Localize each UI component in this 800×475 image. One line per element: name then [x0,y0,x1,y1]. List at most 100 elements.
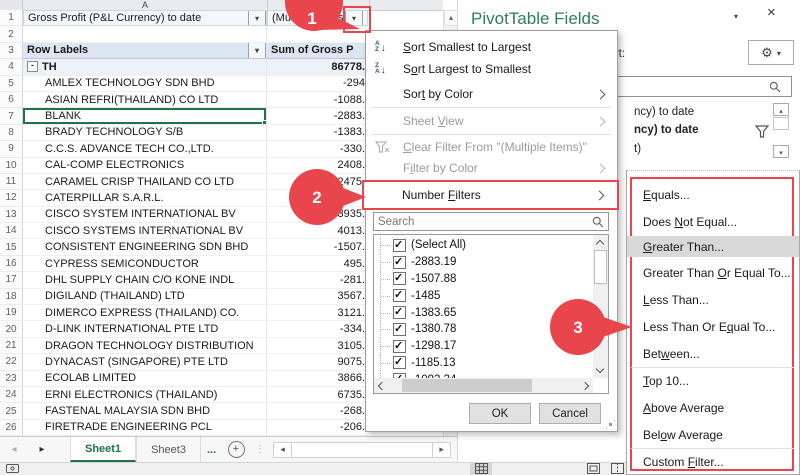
submenu-item-custom-filter[interactable]: Custom Filter... [627,452,799,471]
menu-item-sheet-view[interactable]: Sheet View [367,111,616,131]
tab-scroll-left-icon[interactable] [0,437,28,462]
new-sheet-icon[interactable] [228,441,245,458]
row-number[interactable]: 18 [0,289,23,305]
row-number[interactable]: 8 [0,125,23,141]
scroll-left-icon[interactable] [378,382,386,390]
scroll-up-icon[interactable] [596,240,604,248]
customer-name-cell[interactable]: ECOLAB LIMITED [23,371,267,387]
scroll-down-icon[interactable] [596,365,604,373]
checkbox-checked-icon[interactable] [393,306,406,319]
value-cell[interactable]: -330. [267,141,368,157]
field-list-item[interactable]: t) [634,143,641,155]
row-labels-header-cell[interactable]: Row Labels [23,43,267,59]
value-cell[interactable]: 6735. [267,387,368,403]
customer-name-cell[interactable]: DHL SUPPLY CHAIN C/O KONE INDL [23,272,267,288]
menu-item-number-filters[interactable]: Number Filters [362,180,619,210]
menu-item-sort-by-color[interactable]: Sort by Color [367,84,616,104]
cancel-button[interactable]: Cancel [539,403,601,424]
checkbox-checked-icon[interactable] [393,256,406,269]
value-cell[interactable]: 495. [267,256,368,272]
scrollbar-thumb[interactable] [594,250,607,284]
customer-name-cell[interactable]: CYPRESS SEMICONDUCTOR [23,256,267,272]
row-number[interactable]: 10 [0,158,23,174]
submenu-item-greater-than-or-equal[interactable]: Greater Than Or Equal To... [627,263,799,282]
field-filter-funnel-icon[interactable] [755,125,769,139]
pane-options-icon[interactable] [734,11,738,22]
row-number[interactable]: 25 [0,403,23,419]
list-item[interactable]: -1092.34 [374,371,593,378]
checkbox-checked-icon[interactable] [393,289,406,302]
tab-scroll-right-icon[interactable] [28,437,56,462]
menu-item-sort-ascending[interactable]: Sort Smallest to Largest [367,36,616,58]
customer-name-cell[interactable]: D-LINK INTERNATIONAL PTE LTD [23,321,267,337]
value-cell[interactable]: -268. [267,403,368,419]
customer-name-cell[interactable]: ERNI ELECTRONICS (THAILAND) [23,387,267,403]
tools-button[interactable] [748,40,794,65]
customer-name-cell[interactable]: CAL-COMP ELECTRONICS [23,158,267,174]
menu-item-sort-descending[interactable]: Sort Largest to Smallest [367,58,616,80]
submenu-item-above-average[interactable]: Above Average [627,398,799,417]
row-number[interactable]: 17 [0,272,23,288]
field-list-item[interactable]: ncy) to date [634,124,699,136]
submenu-item-equals[interactable]: Equals... [627,185,799,204]
checkbox-checked-icon[interactable] [393,323,406,336]
value-cell[interactable]: -206. [267,420,368,436]
row-number[interactable]: 20 [0,321,23,337]
values-header-cell[interactable]: Sum of Gross P [267,43,368,59]
collapse-group-icon[interactable] [27,61,38,72]
group-total-cell[interactable]: TH [23,59,267,75]
list-item[interactable]: -2883.19 [374,254,593,271]
customer-name-cell[interactable]: DRAGON TECHNOLOGY DISTRIBUTION [23,338,267,354]
customer-name-cell[interactable]: DIGILAND (THAILAND) LTD [23,289,267,305]
value-cell[interactable]: -1507. [267,239,368,255]
value-cell[interactable]: -294 [267,76,368,92]
horizontal-scrollbar[interactable]: ◂ ▸ [273,442,451,458]
value-cell[interactable]: 3105. [267,338,368,354]
empty-cell[interactable] [23,26,267,42]
sheet-tab-sheet1[interactable]: Sheet1 [70,437,136,462]
more-sheets-button[interactable]: ... [201,437,222,462]
scroll-right-icon[interactable] [581,382,589,390]
customer-name-cell[interactable]: FIRETRADE ENGINEERING PCL [23,420,267,436]
row-number[interactable]: 26 [0,420,23,436]
customer-name-cell[interactable]: CARAMEL CRISP THAILAND CO LTD [23,174,267,190]
value-cell[interactable]: -1383. [267,125,368,141]
sheet-tab-sheet3[interactable]: Sheet3 [136,437,201,462]
cell-a1-field-name[interactable]: Gross Profit (P&L Currency) to date [23,10,267,26]
row-number[interactable]: 23 [0,371,23,387]
select-all-corner[interactable] [0,0,23,10]
row-number[interactable]: 24 [0,387,23,403]
column-header-c[interactable] [370,0,443,10]
scroll-left-icon[interactable]: ◂ [273,442,292,458]
macro-record-icon[interactable] [6,464,19,474]
value-cell[interactable]: -281. [267,272,368,288]
list-item[interactable]: -1185.13 [374,355,593,372]
row-labels-filter-icon[interactable] [248,43,266,59]
customer-name-cell[interactable]: CATERPILLAR S.A.R.L. [23,190,267,206]
resize-grip[interactable] [609,423,612,426]
row-number[interactable]: 1 [0,10,23,26]
checkbox-checked-icon[interactable] [393,272,406,285]
scroll-up-icon[interactable] [444,10,458,26]
customer-name-cell[interactable]: BRADY TECHNOLOGY S/B [23,125,267,141]
field-list-item[interactable]: ncy) to date [634,106,694,118]
row-number[interactable]: 9 [0,141,23,157]
value-cell[interactable]: 3866. [267,371,368,387]
customer-name-cell[interactable]: FASTENAL MALAYSIA SDN BHD [23,403,267,419]
row-number[interactable]: 22 [0,354,23,370]
list-item[interactable]: -1507.88 [374,271,593,288]
row-number[interactable]: 14 [0,223,23,239]
menu-item-filter-by-color[interactable]: Filter by Color [367,158,616,178]
customer-name-cell[interactable]: AMLEX TECHNOLOGY SDN BHD [23,76,267,92]
customer-name-cell[interactable]: CONSISTENT ENGINEERING SDN BHD [23,239,267,255]
checkbox-checked-icon[interactable] [393,340,406,353]
value-cell[interactable]: -1088. [267,92,368,108]
row-number[interactable]: 7 [0,108,23,124]
row-number[interactable]: 19 [0,305,23,321]
row-number[interactable]: 21 [0,338,23,354]
submenu-item-does-not-equal[interactable]: Does Not Equal... [627,212,799,231]
customer-name-cell[interactable]: DIMERCO EXPRESS (THAILAND) CO. [23,305,267,321]
list-item[interactable]: (Select All) [374,237,593,254]
ok-button[interactable]: OK [469,403,531,424]
customer-name-cell[interactable]: CISCO SYSTEMS INTERNATIONAL BV [23,223,267,239]
